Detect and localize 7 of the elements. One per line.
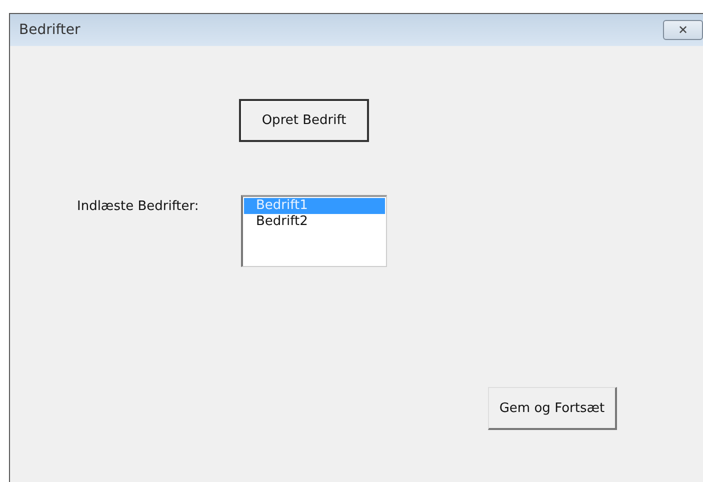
window-title: Bedrifter — [19, 22, 80, 38]
create-button[interactable]: Opret Bedrift — [239, 99, 369, 142]
list-box[interactable]: Bedrift1 Bedrift2 — [241, 195, 387, 267]
list-label: Indlæste Bedrifter: — [77, 199, 200, 214]
close-button[interactable]: ✕ — [663, 20, 703, 40]
list-item[interactable]: Bedrift2 — [244, 214, 385, 230]
save-button[interactable]: Gem og Fortsæt — [488, 387, 617, 430]
